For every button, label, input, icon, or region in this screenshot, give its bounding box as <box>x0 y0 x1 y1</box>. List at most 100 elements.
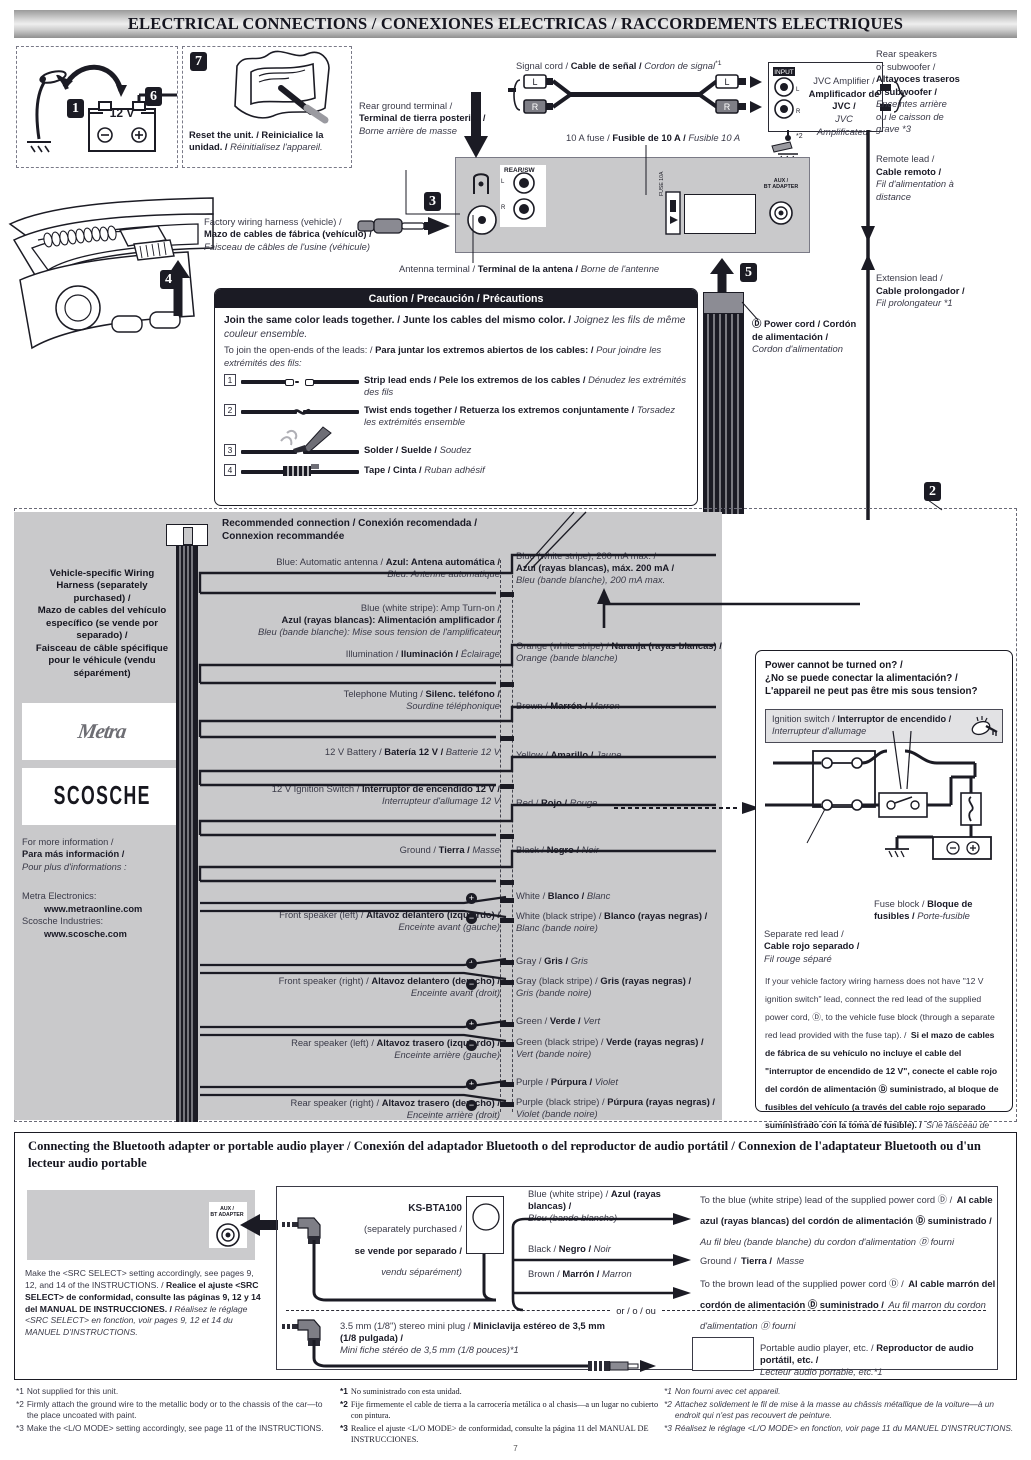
antenna-terminal-label: Antenna terminal / Terminal de la antena… <box>399 263 659 275</box>
caution-step-text: Twist ends together / Retuerza los extre… <box>364 404 688 428</box>
soldering-iron-icon <box>280 426 332 453</box>
caution-step-number: 1 <box>224 374 236 387</box>
footnotes-english: *1 Not supplied for this unit. *2 Firmly a… <box>16 1386 336 1436</box>
or-divider-label: or / o / ou <box>616 1305 656 1316</box>
fn-en-2-mark: *3 <box>16 1423 24 1434</box>
dest-black-en: Ground / <box>700 1255 737 1266</box>
footnote-item: *3 Realice el ajuste <L/O MODE> de confor… <box>340 1423 660 1445</box>
footnote-item: *3 Make the <L/O MODE> setting accordingl… <box>16 1423 336 1434</box>
twist-ends-art <box>241 405 359 419</box>
caution-step-text: Solder / Suelde / Soudez <box>364 444 688 456</box>
svg-text:R: R <box>532 102 539 112</box>
power-cord-connector <box>703 292 744 314</box>
bt-unit-rear-panel: AUX / BT ADAPTER <box>27 1190 255 1260</box>
ext-lead-fr: Fil prolongateur *1 <box>876 297 953 308</box>
step-badge-7: 7 <box>190 52 207 71</box>
svg-text:L: L <box>796 87 800 93</box>
svg-text:L: L <box>724 77 729 87</box>
power-box-title: Power cannot be turned on? / ¿No se pued… <box>765 659 1003 698</box>
recommend-head-2: Connexion recommandée <box>222 531 345 542</box>
vehicle-note-2: Harness (separately <box>56 580 148 592</box>
scosche-logo: SCOSCHE <box>53 781 151 810</box>
factory-harness-es: Mazo de cables de fábrica (vehículo) / <box>204 228 372 240</box>
caution-step4-es: Cinta / <box>393 464 422 475</box>
amp-en: JVC Amplifier / <box>813 75 875 86</box>
svg-text:R: R <box>724 102 731 112</box>
caution-step4-fr: Ruban adhésif <box>424 464 485 475</box>
metra-logo-card: Metra <box>22 703 182 760</box>
ext-lead-en: Extension lead / <box>876 272 943 283</box>
fn-es-1-mark: *2 <box>340 1399 348 1410</box>
metra-logo: Metra <box>76 719 128 743</box>
battery-diagram: 12 V <box>27 64 177 153</box>
jvc-amplifier-label: JVC Amplifier / Amplificador de JVC / JV… <box>807 75 881 138</box>
caution-step-number: 2 <box>224 403 236 416</box>
signal-cord-label: Signal cord / Cable de señal / Cordon de… <box>516 60 746 72</box>
caution-line2-es: Para juntar los extremos abiertos de los… <box>375 344 594 356</box>
dest-black-es: Tierra / <box>740 1255 773 1266</box>
signal-cord-down-arrow <box>464 92 488 158</box>
reset-caption-es2: unidad. / <box>189 141 228 153</box>
power-circuit-diagram <box>765 730 992 860</box>
svg-text:R: R <box>796 109 801 115</box>
rear-spk-es1: Altavoces traseros <box>876 73 960 84</box>
more-info-es: Para más información / <box>22 849 125 860</box>
caution-step-number: 4 <box>224 464 236 476</box>
caution-step-row: 3 Solder / Suelde / Soudez <box>224 426 688 459</box>
caution-step3-fr: Soudez <box>439 444 472 455</box>
rear-sw-jack-group: REAR/SW L R <box>500 165 546 227</box>
caution-box: Caution / Precaución / Précautions Join … <box>214 288 698 506</box>
metra-url[interactable]: www.metraonline.com <box>44 903 142 916</box>
fn-en-0-mark: *1 <box>16 1386 24 1396</box>
fuse-10a-fr: Fusible 10 A <box>688 132 741 143</box>
page-header-banner: ELECTRICAL CONNECTIONS / CONEXIONES ELEC… <box>14 10 1017 38</box>
portable-en: Portable audio player, etc. / <box>760 1342 874 1353</box>
scosche-url[interactable]: www.scosche.com <box>44 928 127 941</box>
fuse-10a-label: 10 A fuse / Fusible de 10 A / Fusible 10… <box>566 132 740 144</box>
footnote-item: *2 Firmly attach the ground wire to the m… <box>16 1399 336 1421</box>
footnote-item: *2 Attachez solidement le fil de mise à l… <box>664 1399 1014 1421</box>
power-title-es: ¿No se puede conectar la alimentación? / <box>765 673 958 685</box>
more-info-en: For more information / <box>22 837 114 847</box>
power-cord-es: de alimentación / <box>752 330 829 342</box>
rear-ground-terminal-jack <box>473 173 489 194</box>
signal-cord-illustration: L R L R <box>513 74 762 114</box>
footnote-item: *2 Fije firmemente el cable de tierra a l… <box>340 1399 660 1421</box>
vehicle-note-4: Mazo de cables del vehículo <box>37 605 167 617</box>
tape-wrap-icon <box>283 464 319 476</box>
caution-line-2: To join the open-ends of the leads: / Pa… <box>224 344 688 369</box>
step-badge-2: 2 <box>924 482 941 501</box>
signal-cord-en: Signal cord / <box>516 60 569 72</box>
reset-caption-en: Reset the unit. / <box>189 129 259 140</box>
amp-turnon-leader-lines <box>523 511 587 569</box>
power-title-en: Power cannot be turned on? / <box>765 660 903 671</box>
fn-es-2-text: Realice el ajuste <L/O MODE> de conformi… <box>350 1424 649 1445</box>
caution-step-text: Tape / Cinta / Ruban adhésif <box>364 464 688 476</box>
ignition-en: Ignition switch / <box>772 714 835 725</box>
rear-ground-en: Rear ground terminal / <box>359 100 453 111</box>
caution-step-row: 1 Strip lead ends / Pele los extremos de… <box>224 374 688 398</box>
extension-lead-label: Extension lead / Cable prolongador / Fil… <box>876 272 976 310</box>
fn-en-1-mark: *2 <box>16 1399 24 1410</box>
bt-dest-brown: To the brown lead of the supplied power … <box>700 1272 1000 1335</box>
power-note-es: Si el mazo de cables de fábrica de su ve… <box>765 1030 999 1130</box>
fn-fr-0-text: Non fourni avec cet appareil. <box>674 1386 781 1396</box>
sep-red-en: Separate red lead / <box>764 928 844 939</box>
recommend-head-1: Recommended connection / Conexión recome… <box>222 518 478 529</box>
signal-cord-fr: Cordon de signal <box>644 60 716 72</box>
amp-es: Amplificador de JVC / <box>808 87 880 112</box>
region-2-leader <box>927 499 943 511</box>
amp-turnon-to-remote-lead <box>597 588 860 628</box>
rear-spk-en1: Rear speakers <box>876 48 937 59</box>
strip-lead-art <box>241 375 359 389</box>
src-select-note: Make the <SRC SELECT> setting accordingl… <box>25 1268 265 1339</box>
bt-dest-black: Ground / Tierra / Masse <box>700 1251 1000 1269</box>
bt-connect-arrow <box>240 1214 278 1236</box>
antenna-terminal-en: Antenna terminal / <box>399 263 476 274</box>
dest-black-fr: Masse <box>776 1255 805 1266</box>
caution-step3-es: Suelde / <box>401 444 437 455</box>
fn-fr-2-text: Réalisez le réglage <L/O MODE> en foncti… <box>674 1423 1014 1434</box>
aux-bt-adapter-jack <box>769 201 793 225</box>
caution-step1-en: Strip lead ends / <box>364 374 437 386</box>
rear-ground-leader <box>405 170 460 215</box>
